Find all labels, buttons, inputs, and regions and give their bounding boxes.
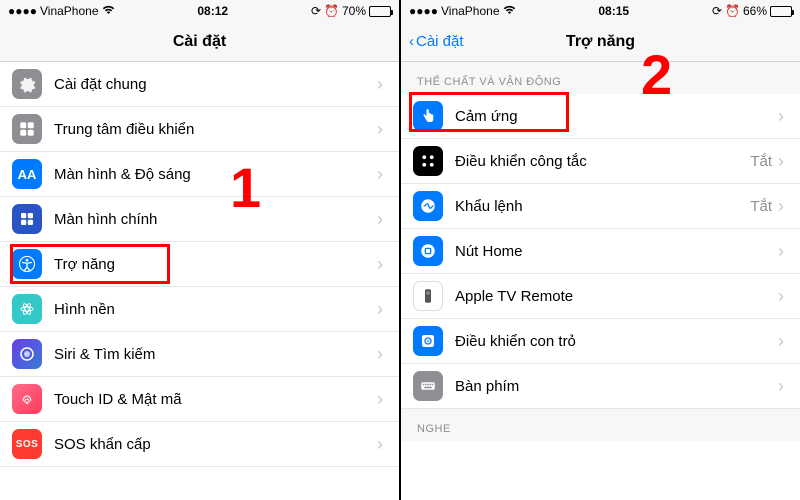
chevron-right-icon: › bbox=[377, 119, 383, 140]
accessibility-list[interactable]: THỂ CHẤT VÀ VẬN ĐỘNG Cảm ứng›Điều khiển … bbox=[401, 62, 800, 500]
settings-row[interactable]: Trung tâm điều khiển› bbox=[0, 107, 399, 152]
orientation-lock-icon: ⟳ bbox=[712, 4, 722, 18]
back-label: Cài đặt bbox=[416, 33, 464, 50]
touch-icon bbox=[413, 101, 443, 131]
chevron-right-icon: › bbox=[377, 434, 383, 455]
wifi-icon bbox=[503, 4, 516, 18]
signal-icon: ●●●● bbox=[409, 4, 438, 18]
settings-row[interactable]: Siri & Tìm kiếm› bbox=[0, 332, 399, 377]
control-center-icon bbox=[12, 114, 42, 144]
row-label: Cảm ứng bbox=[455, 108, 778, 125]
back-button[interactable]: ‹ Cài đặt bbox=[409, 33, 464, 50]
navbar: Cài đặt bbox=[0, 22, 399, 62]
status-bar: ●●●● VinaPhone 08:12 ⟳ ⏰ 70% bbox=[0, 0, 399, 22]
accessibility-row[interactable]: Nút Home› bbox=[401, 229, 800, 274]
carrier-label: VinaPhone bbox=[441, 4, 500, 18]
row-label: Siri & Tìm kiếm bbox=[54, 346, 377, 363]
gear-icon bbox=[12, 69, 42, 99]
row-label: Màn hình chính bbox=[54, 211, 377, 228]
chevron-right-icon: › bbox=[377, 299, 383, 320]
chevron-right-icon: › bbox=[778, 151, 784, 172]
chevron-right-icon: › bbox=[377, 389, 383, 410]
screen-accessibility: ●●●● VinaPhone 08:15 ⟳ ⏰ 66% ‹ Cài đặt T… bbox=[401, 0, 800, 500]
settings-row[interactable]: SOS SOS khẩn cấp› bbox=[0, 422, 399, 467]
row-label: Bàn phím bbox=[455, 378, 778, 395]
status-bar: ●●●● VinaPhone 08:15 ⟳ ⏰ 66% bbox=[401, 0, 800, 22]
chevron-right-icon: › bbox=[377, 164, 383, 185]
chevron-right-icon: › bbox=[778, 241, 784, 262]
home-button-icon bbox=[413, 236, 443, 266]
accessibility-row[interactable]: Điều khiển con trỏ› bbox=[401, 319, 800, 364]
section-physical: THỂ CHẤT VÀ VẬN ĐỘNG bbox=[401, 62, 800, 94]
clock: 08:15 bbox=[598, 4, 629, 18]
section-hearing: NGHE bbox=[401, 409, 800, 441]
row-label: Nút Home bbox=[455, 243, 778, 260]
row-label: Màn hình & Độ sáng bbox=[54, 166, 377, 183]
chevron-right-icon: › bbox=[778, 106, 784, 127]
settings-row[interactable]: Touch ID & Mật mã› bbox=[0, 377, 399, 422]
chevron-right-icon: › bbox=[778, 196, 784, 217]
page-title: Trợ năng bbox=[566, 33, 635, 51]
accessibility-icon bbox=[12, 249, 42, 279]
settings-row[interactable]: AA Màn hình & Độ sáng› bbox=[0, 152, 399, 197]
accessibility-row[interactable]: Cảm ứng› bbox=[401, 94, 800, 139]
row-value: Tắt bbox=[750, 153, 772, 170]
chevron-right-icon: › bbox=[778, 331, 784, 352]
settings-list[interactable]: Cài đặt chung›Trung tâm điều khiển›AAMàn… bbox=[0, 62, 399, 500]
chevron-right-icon: › bbox=[377, 254, 383, 275]
siri-icon bbox=[12, 339, 42, 369]
navbar: ‹ Cài đặt Trợ năng bbox=[401, 22, 800, 62]
switch-control-icon bbox=[413, 146, 443, 176]
apple-tv-remote-icon bbox=[413, 281, 443, 311]
sos-icon: SOS bbox=[12, 429, 42, 459]
page-title: Cài đặt bbox=[173, 33, 226, 51]
chevron-right-icon: › bbox=[778, 376, 784, 397]
accessibility-row[interactable]: Apple TV Remote› bbox=[401, 274, 800, 319]
pointer-control-icon bbox=[413, 326, 443, 356]
touchid-icon bbox=[12, 384, 42, 414]
signal-icon: ●●●● bbox=[8, 4, 37, 18]
wallpaper-icon bbox=[12, 294, 42, 324]
chevron-right-icon: › bbox=[377, 209, 383, 230]
screen-settings: ●●●● VinaPhone 08:12 ⟳ ⏰ 70% Cài đặt Cài… bbox=[0, 0, 399, 500]
settings-row[interactable]: Cài đặt chung› bbox=[0, 62, 399, 107]
row-label: SOS khẩn cấp bbox=[54, 436, 377, 453]
alarm-icon: ⏰ bbox=[324, 4, 339, 18]
voice-control-icon bbox=[413, 191, 443, 221]
row-label: Trung tâm điều khiển bbox=[54, 121, 377, 138]
battery-pct: 70% bbox=[342, 4, 366, 18]
orientation-lock-icon: ⟳ bbox=[311, 4, 321, 18]
alarm-icon: ⏰ bbox=[725, 4, 740, 18]
accessibility-row[interactable]: Khẩu lệnhTắt › bbox=[401, 184, 800, 229]
row-label: Hình nền bbox=[54, 301, 377, 318]
home-screen-icon bbox=[12, 204, 42, 234]
carrier-label: VinaPhone bbox=[40, 4, 99, 18]
accessibility-row[interactable]: Điều khiển công tắcTắt › bbox=[401, 139, 800, 184]
battery-pct: 66% bbox=[743, 4, 767, 18]
clock: 08:12 bbox=[197, 4, 228, 18]
row-value: Tắt bbox=[750, 198, 772, 215]
wifi-icon bbox=[102, 4, 115, 18]
battery-icon bbox=[770, 6, 792, 17]
row-label: Khẩu lệnh bbox=[455, 198, 750, 215]
chevron-right-icon: › bbox=[778, 286, 784, 307]
row-label: Điều khiển công tắc bbox=[455, 153, 750, 170]
display-icon: AA bbox=[12, 159, 42, 189]
row-label: Điều khiển con trỏ bbox=[455, 333, 778, 350]
settings-row[interactable]: Màn hình chính› bbox=[0, 197, 399, 242]
keyboard-icon bbox=[413, 371, 443, 401]
chevron-right-icon: › bbox=[377, 344, 383, 365]
settings-row[interactable]: Hình nền› bbox=[0, 287, 399, 332]
row-label: Cài đặt chung bbox=[54, 76, 377, 93]
chevron-right-icon: › bbox=[377, 74, 383, 95]
accessibility-row[interactable]: Bàn phím› bbox=[401, 364, 800, 409]
battery-icon bbox=[369, 6, 391, 17]
row-label: Apple TV Remote bbox=[455, 288, 778, 305]
settings-row[interactable]: Trợ năng› bbox=[0, 242, 399, 287]
chevron-left-icon: ‹ bbox=[409, 33, 414, 50]
row-label: Trợ năng bbox=[54, 256, 377, 273]
row-label: Touch ID & Mật mã bbox=[54, 391, 377, 408]
